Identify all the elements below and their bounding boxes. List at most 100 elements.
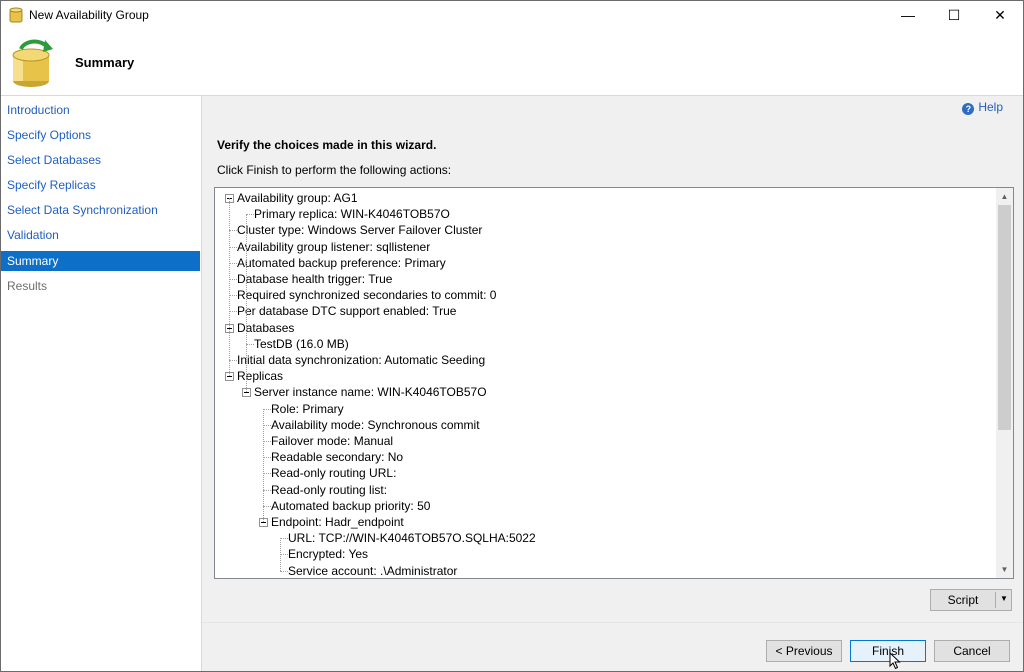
tree-node: Encrypted: Yes	[288, 546, 368, 562]
tree-node-text: Role: Primary	[271, 401, 344, 416]
app-database-icon	[9, 7, 23, 23]
tree-node-text: Automated backup preference: Primary	[237, 255, 446, 270]
tree-node: Read-only routing list:	[271, 482, 387, 498]
cancel-button[interactable]: Cancel	[934, 640, 1010, 662]
tree-node-text: Initial data synchronization: Automatic …	[237, 353, 486, 367]
nav-item-specify-replicas[interactable]: Specify Replicas	[1, 175, 200, 195]
tree-node: Primary replica: WIN-K4046TOB57O	[254, 206, 450, 222]
tree-connector	[229, 360, 237, 361]
tree-node: Automated backup priority: 50	[271, 498, 430, 514]
tree-node: Role: Primary	[271, 401, 344, 417]
maximize-button[interactable]: ☐	[931, 1, 977, 29]
tree-connector	[263, 408, 271, 410]
previous-button[interactable]: < Previous	[766, 640, 842, 662]
script-label: Script	[947, 593, 979, 607]
tree-connector	[246, 214, 254, 216]
tree-node-text: Availability mode: Synchronous commit	[271, 417, 480, 432]
close-button[interactable]: ✕	[977, 1, 1023, 29]
page-header: Summary	[1, 29, 1023, 95]
tree-node: TestDB (16.0 MB)	[254, 336, 349, 352]
tree-node: Database health trigger: True	[237, 271, 392, 287]
nav-item-select-databases[interactable]: Select Databases	[1, 150, 200, 170]
tree-node: Required synchronized secondaries to com…	[237, 287, 496, 303]
help-link[interactable]: ? Help	[962, 100, 1003, 115]
tree-connector	[263, 489, 271, 491]
nav-item-summary[interactable]: Summary	[1, 251, 200, 271]
tree-node-text: Service account: .\Administrator	[288, 563, 458, 578]
tree-node-text: Primary replica: WIN-K4046TOB57O	[254, 207, 450, 222]
tree-node: Per database DTC support enabled: True	[237, 303, 456, 319]
tree-guide-line	[246, 214, 247, 393]
tree-node: Readable secondary: No	[271, 449, 403, 465]
tree-node: Endpoint: Hadr_endpoint	[259, 514, 404, 530]
tree-node-text: Endpoint: Hadr_endpoint	[271, 515, 404, 529]
finish-button[interactable]: Finish	[850, 640, 926, 662]
tree-guide-line	[263, 408, 264, 522]
tree-node: Initial data synchronization: Automatic …	[237, 352, 485, 368]
chevron-down-icon[interactable]: ▼	[997, 594, 1011, 603]
window-title: New Availability Group	[29, 8, 149, 22]
tree-node: Service account: .\Administrator	[288, 563, 458, 578]
tree-node: Cluster type: Windows Server Failover Cl…	[237, 222, 482, 238]
nav-item-specify-options[interactable]: Specify Options	[1, 125, 200, 145]
nav-item-select-data-sync[interactable]: Select Data Synchronization	[1, 200, 200, 220]
page-title: Summary	[75, 55, 135, 70]
content-panel: ? Help Verify the choices made in this wi…	[202, 96, 1023, 671]
tree-connector	[229, 230, 237, 232]
tree-node-text: Availability group: AG1	[237, 191, 358, 205]
tree-node: Server instance name: WIN-K4046TOB57O	[242, 384, 487, 400]
tree-connector	[229, 311, 237, 313]
tree-scrollbar[interactable]: ▲ ▼	[996, 188, 1013, 578]
footer-divider	[202, 622, 1023, 623]
tree-connector	[229, 246, 237, 248]
verify-heading: Verify the choices made in this wizard.	[217, 138, 437, 152]
nav-item-introduction[interactable]: Introduction	[1, 100, 200, 120]
tree-connector	[263, 457, 271, 459]
tree-node-text: Failover mode: Manual	[271, 434, 394, 448]
tree-connector	[229, 279, 237, 280]
summary-tree[interactable]: Availability group: AG1 Primary replica: …	[214, 187, 1014, 579]
tree-node: Read-only routing URL:	[271, 465, 396, 481]
tree-connector	[246, 343, 254, 345]
nav-item-validation[interactable]: Validation	[1, 225, 200, 245]
wizard-window: New Availability Group — ☐ ✕ Summary Int…	[0, 0, 1024, 672]
nav-item-results: Results	[7, 279, 48, 293]
help-label: Help	[978, 100, 1003, 114]
tree-connector	[280, 570, 288, 572]
tree-node-text: TestDB (16.0 MB)	[254, 336, 349, 351]
tree-connector	[263, 505, 271, 507]
tree-node-text: Database health trigger: True	[237, 272, 393, 286]
tree-node: Databases	[225, 320, 294, 336]
scroll-down-icon[interactable]: ▼	[996, 561, 1013, 578]
tree-node: Availability group listener: sqllistener	[237, 239, 430, 255]
tree-node-text: URL: TCP://WIN-K4046TOB57O.SQLHA:5022	[288, 531, 536, 546]
tree-connector	[263, 441, 271, 442]
tree-node: Replicas	[225, 368, 283, 384]
tree-node-text: Encrypted: Yes	[288, 547, 369, 562]
tree-connector	[280, 538, 288, 540]
title-bar: New Availability Group — ☐ ✕	[1, 1, 1023, 29]
tree-connector	[263, 473, 271, 475]
tree-connector	[229, 295, 237, 297]
tree-node: Availability group: AG1	[225, 190, 358, 206]
tree-node-text: Read-only routing URL:	[271, 466, 397, 481]
tree-node: Availability mode: Synchronous commit	[271, 417, 480, 433]
tree-node-text: Automated backup priority: 50	[271, 498, 431, 513]
database-sync-icon	[12, 39, 53, 87]
tree-node-text: Per database DTC support enabled: True	[237, 304, 457, 319]
tree-node-text: Read-only routing list:	[271, 482, 388, 497]
tree-node-text: Required synchronized secondaries to com…	[237, 288, 497, 303]
tree-node: Failover mode: Manual	[271, 433, 393, 449]
tree-node: URL: TCP://WIN-K4046TOB57O.SQLHA:5022	[288, 530, 536, 546]
tree-guide-line	[280, 538, 281, 571]
help-icon: ?	[962, 103, 975, 115]
script-button[interactable]: Script ▼	[930, 589, 1012, 611]
tree-node-text: Replicas	[237, 369, 284, 384]
scroll-thumb[interactable]	[998, 205, 1011, 430]
minimize-button[interactable]: —	[885, 1, 931, 29]
scroll-up-icon[interactable]: ▲	[996, 188, 1013, 205]
tree-node-text: Readable secondary: No	[271, 450, 404, 465]
tree-connector	[280, 554, 288, 556]
tree-connector	[229, 262, 237, 264]
instructions-text: Click Finish to perform the following ac…	[217, 163, 452, 177]
